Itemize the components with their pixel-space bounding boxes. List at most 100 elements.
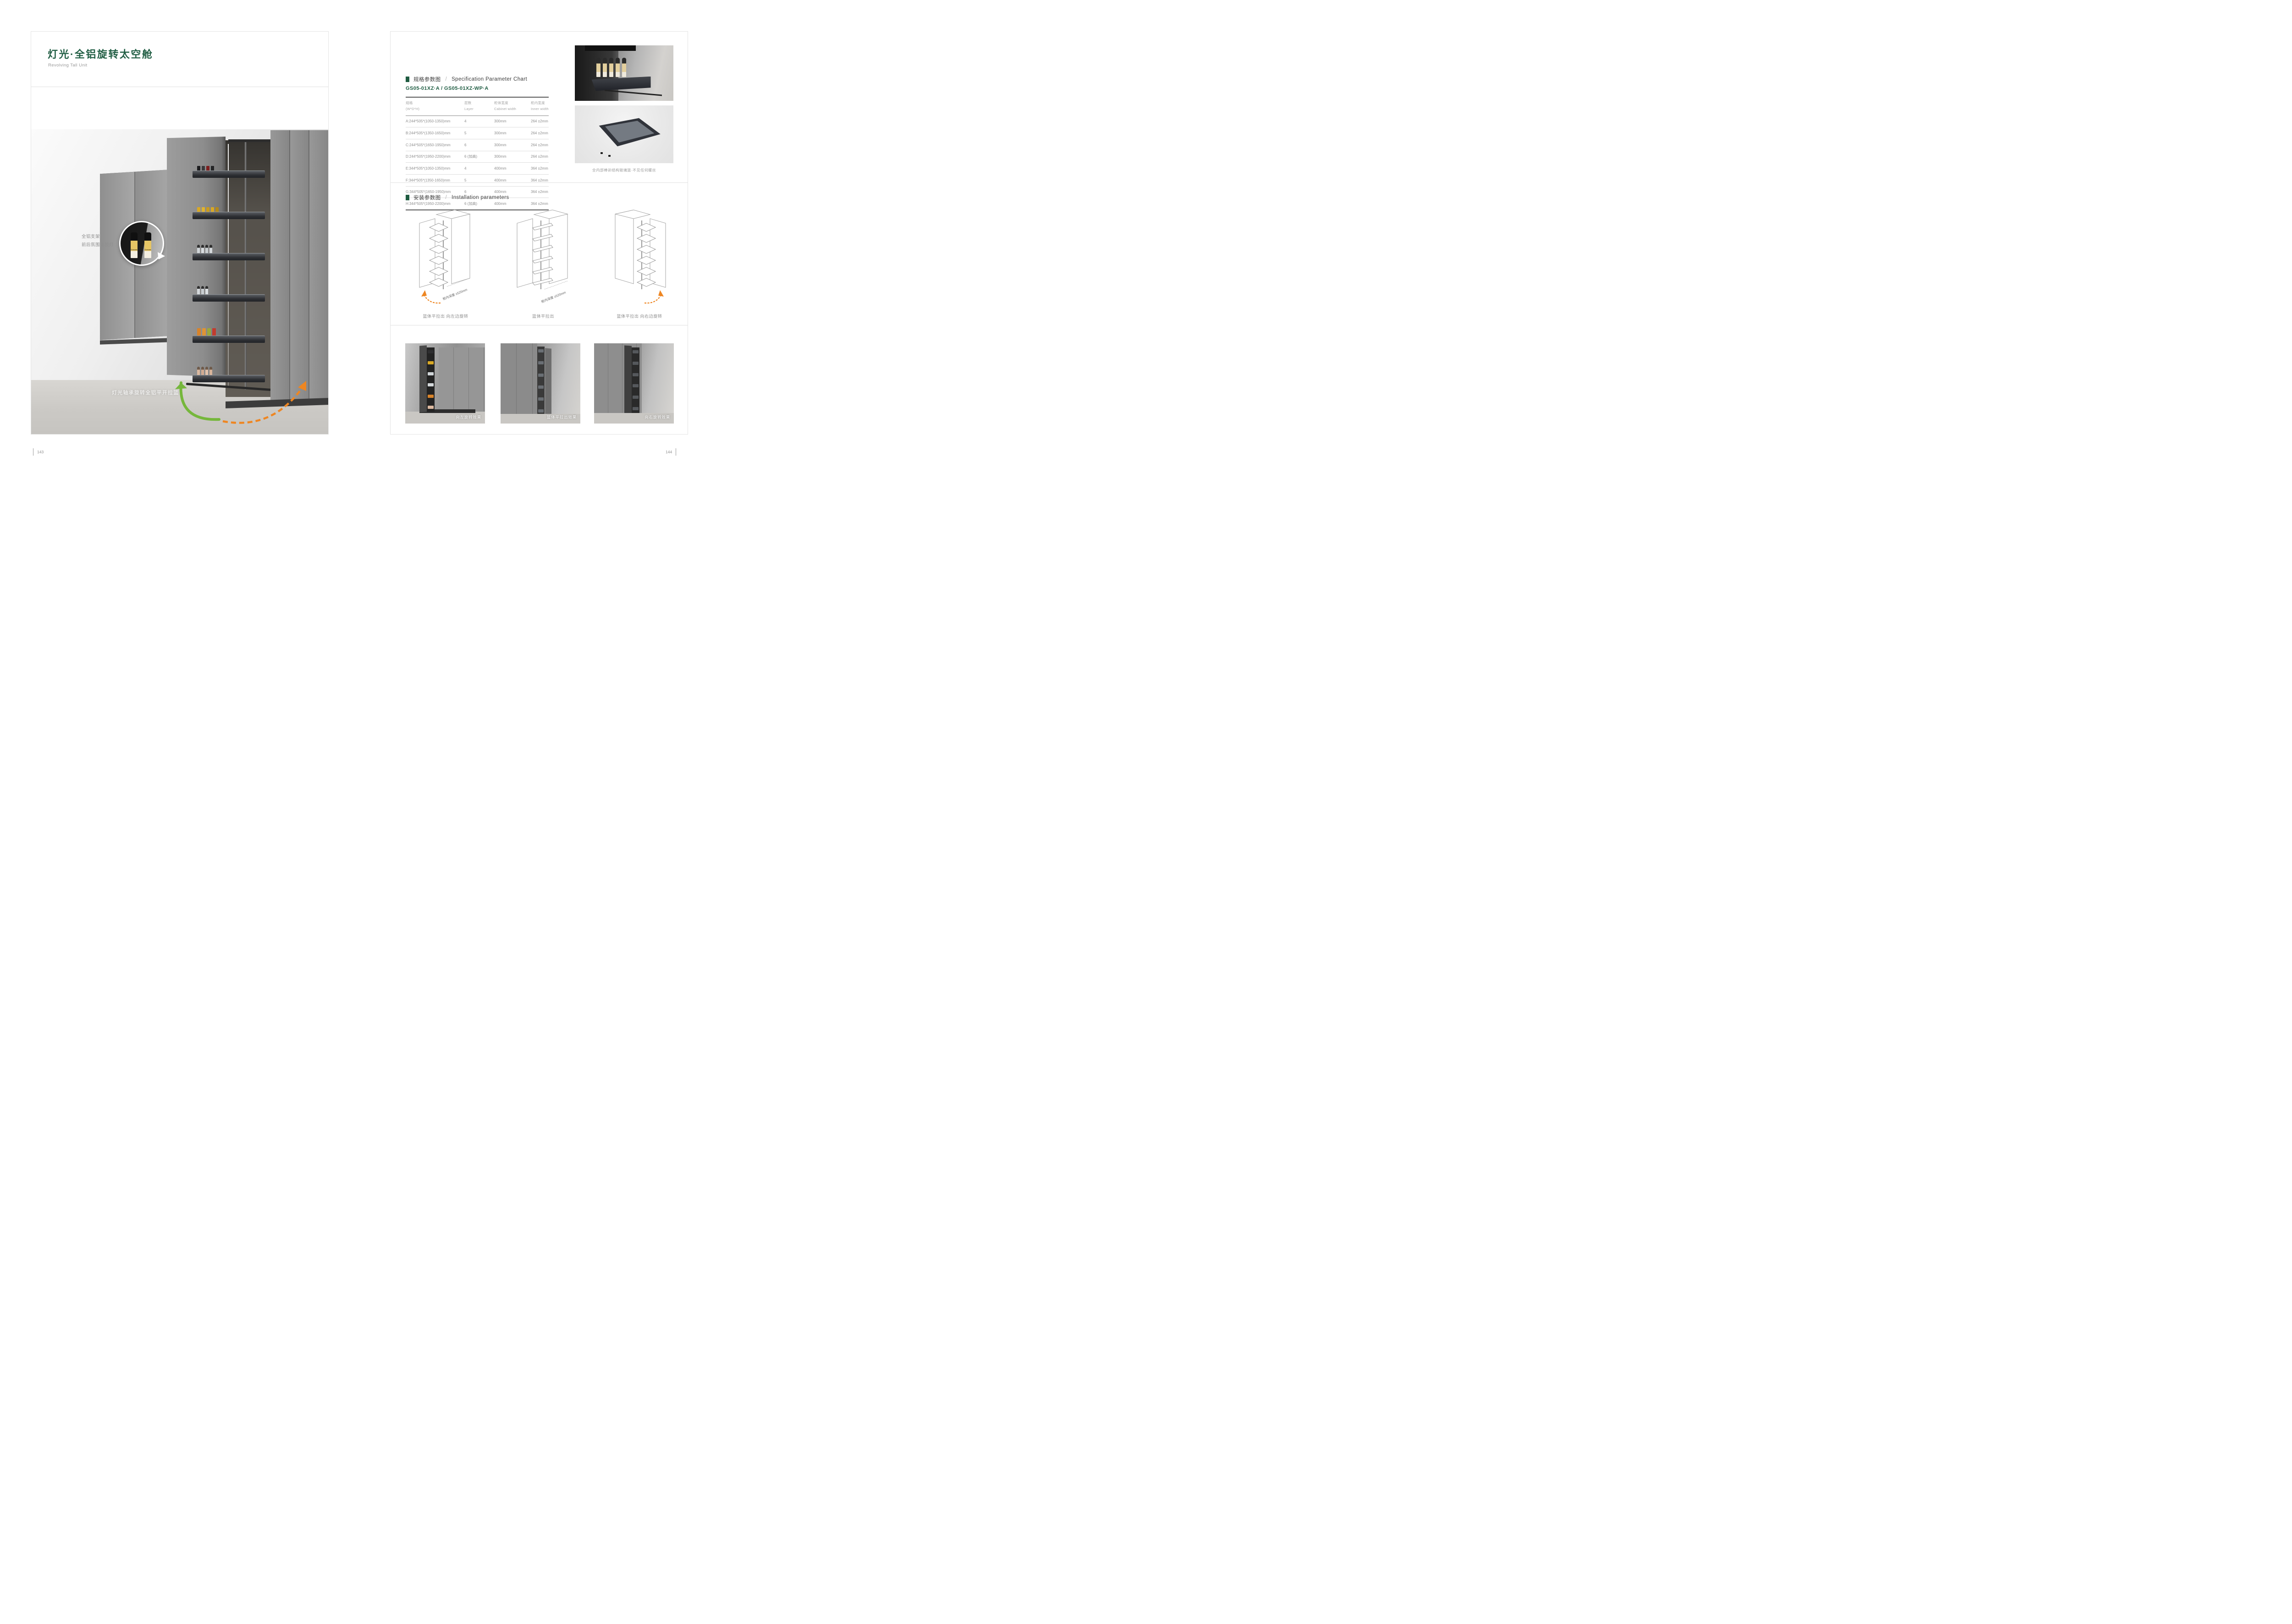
diagram-caption: 篮体平拉出 [509, 313, 578, 319]
spec-table-cell: 400mm [494, 166, 531, 171]
photo-connector-bit [601, 152, 603, 154]
callout-annotation-line2: 前后氛围硅胶灯 [82, 241, 114, 249]
spec-table-header-cell: 规格(W*D*H) [406, 100, 464, 112]
spec-table-header-cell: 层数Layer [464, 100, 494, 112]
spec-heading-zh: 规格参数图 [413, 76, 441, 83]
spec-table-cell: 300mm [494, 119, 531, 123]
spec-table-cell: 5 [464, 131, 494, 135]
orange-arrowhead-icon [298, 381, 306, 391]
spec-table-row: B:244*505*(1350-1650)mm5300mm264 ±2mm [406, 127, 549, 139]
install-diagram-rotate-right [605, 209, 674, 307]
spec-table-cell: 400mm [494, 202, 531, 206]
bottle-brand-label: Corona [131, 248, 138, 251]
svg-text:柜内深度 ≥520mm: 柜内深度 ≥520mm [442, 287, 468, 301]
spec-heading-divider: / [445, 77, 448, 82]
orange-arrowhead-icon [421, 290, 427, 297]
spec-photo-glass-basket [575, 105, 673, 163]
install-heading-zh: 安装参数图 [413, 194, 441, 201]
effect-photo-caption: 向右旋转效果 [645, 414, 670, 420]
spec-table: 规格(W*D*H)层数Layer柜体宽度Cabinet width柜内宽度Inn… [406, 97, 549, 210]
page-title: 灯光·全铝旋转太空舱 [48, 46, 153, 61]
basket-shelf [193, 160, 265, 178]
spec-table-row: E:344*505*(1050-1350)mm4400mm364 ±2mm [406, 163, 549, 175]
spec-table-cell: 6 (加高) [464, 154, 494, 159]
spec-table-cell: 364 ±2mm [531, 166, 549, 171]
spec-table-row: A:244*505*(1050-1350)mm4300mm264 ±2mm [406, 116, 549, 128]
bottle-brand-label: Corona [144, 248, 151, 251]
spec-table-row: D:244*505*(1950-2200)mm6 (加高)300mm264 ±2… [406, 151, 549, 163]
photo-connector-bit [608, 155, 611, 157]
section-marker-icon [406, 195, 409, 200]
spec-table-cell: 300mm [494, 154, 531, 159]
spec-table-cell: 264 ±2mm [531, 131, 549, 135]
diagram-caption: 篮体平拉出 向右边旋转 [605, 313, 674, 319]
spec-table-cell: 264 ±2mm [531, 119, 549, 123]
page-number-right: 144 [666, 448, 676, 456]
catalog-spread: 灯光·全铝旋转太空舱 Revolving Tall Unit 产品特点 / Pr… [0, 0, 709, 462]
top-rail [228, 139, 270, 142]
spec-table-cell: 300mm [494, 131, 531, 135]
effect-photo-caption: 向左旋转效果 [456, 414, 481, 420]
spec-table-cell: 364 ±2mm [531, 178, 549, 182]
effect-photo-pullout: 篮体平拉出效果 [501, 343, 580, 424]
page-subtitle: Revolving Tall Unit [48, 63, 88, 68]
spec-table-cell: 264 ±2mm [531, 154, 549, 159]
basket-shelf [193, 325, 265, 343]
spec-table-cell: D:244*505*(1950-2200)mm [406, 154, 464, 159]
spec-heading: 规格参数图 / Specification Parameter Chart [406, 76, 527, 83]
photo-upper-shelf [585, 45, 636, 51]
spec-table-cell: 4 [464, 166, 494, 171]
spec-table-cell: 364 ±2mm [531, 202, 549, 206]
hero-product-photo: Corona Corona 全铝支架 前后氛围硅胶灯 灯光轴承旋转全铝平开拉篮 [31, 129, 328, 434]
section-marker-icon [406, 77, 409, 82]
detail-callout-circle: Corona Corona [119, 221, 164, 266]
spec-table-cell: 4 [464, 119, 494, 123]
spec-table-header-cell: 柜内宽度Inner width [531, 100, 549, 112]
spec-table-cell: 264 ±2mm [531, 143, 549, 147]
spec-table-cell: 5 [464, 178, 494, 182]
diagram-caption: 篮体平拉出 向左边旋转 [411, 313, 480, 319]
install-heading: 安装参数图 / Installation parameters [406, 194, 509, 201]
orange-arrowhead-icon [658, 290, 664, 297]
green-arrowhead-icon [175, 383, 187, 389]
effect-photo-rotate-right: 向右旋转效果 [594, 343, 674, 424]
left-page-card: 灯光·全铝旋转太空舱 Revolving Tall Unit 产品特点 / Pr… [31, 31, 329, 435]
page-number-left: 143 [33, 448, 44, 456]
callout-annotation-line1: 全铝支架 [82, 233, 114, 241]
spec-table-cell: C:244*505*(1650-1950)mm [406, 143, 464, 147]
cabinet-interior [226, 140, 271, 397]
rotation-arrows [169, 361, 320, 434]
svg-text:柜内深度 ≥520mm: 柜内深度 ≥520mm [540, 290, 566, 304]
install-heading-en: Installation parameters [452, 195, 509, 200]
photo-bottles [596, 58, 626, 77]
spec-table-header: 规格(W*D*H)层数Layer柜体宽度Cabinet width柜内宽度Inn… [406, 97, 549, 116]
basket-shelf [193, 242, 265, 260]
spec-table-cell: 6 (加高) [464, 201, 494, 206]
spec-table-header-cell: 柜体宽度Cabinet width [494, 100, 531, 112]
spec-table-cell: 364 ±2mm [531, 190, 549, 194]
install-diagram-rotate-left: 柜内深度 ≥520mm [411, 209, 480, 307]
spec-photo-caption: 全内部棒卯结构玻璃篮·不见任何螺丝 [575, 168, 673, 173]
effect-photo-rotate-left: 向左旋转效果 [405, 343, 485, 424]
spec-table-cell: A:244*505*(1050-1350)mm [406, 119, 464, 123]
led-strip [228, 144, 229, 388]
callout-annotation: 全铝支架 前后氛围硅胶灯 [82, 233, 114, 249]
install-diagram-pullout: 柜内深度 ≥520mm [509, 209, 578, 307]
spec-table-cell: 400mm [494, 178, 531, 182]
spec-table-cell: E:344*505*(1050-1350)mm [406, 166, 464, 171]
spec-table-cell: F:344*505*(1350-1650)mm [406, 178, 464, 182]
spec-photo-pullout [575, 45, 673, 101]
rotating-pole [245, 142, 247, 390]
model-code: GS05-01XZ·A / GS05-01XZ-WP·A [406, 86, 489, 91]
section-divider [391, 182, 688, 183]
spec-table-cell: B:244*505*(1350-1650)mm [406, 131, 464, 135]
basket-shelf [193, 283, 265, 302]
spec-table-cell: 300mm [494, 143, 531, 147]
spec-table-cell: H:344*505*(1950-2200)mm [406, 202, 464, 206]
spec-table-row: C:244*505*(1650-1950)mm6300mm264 ±2mm [406, 139, 549, 151]
right-page-card: 规格参数图 / Specification Parameter Chart GS… [390, 31, 688, 435]
spec-table-cell: 6 [464, 143, 494, 147]
effect-photo-caption: 篮体平拉出效果 [547, 414, 577, 420]
install-heading-divider: / [445, 195, 448, 200]
page-number-text: 143 [37, 450, 44, 454]
